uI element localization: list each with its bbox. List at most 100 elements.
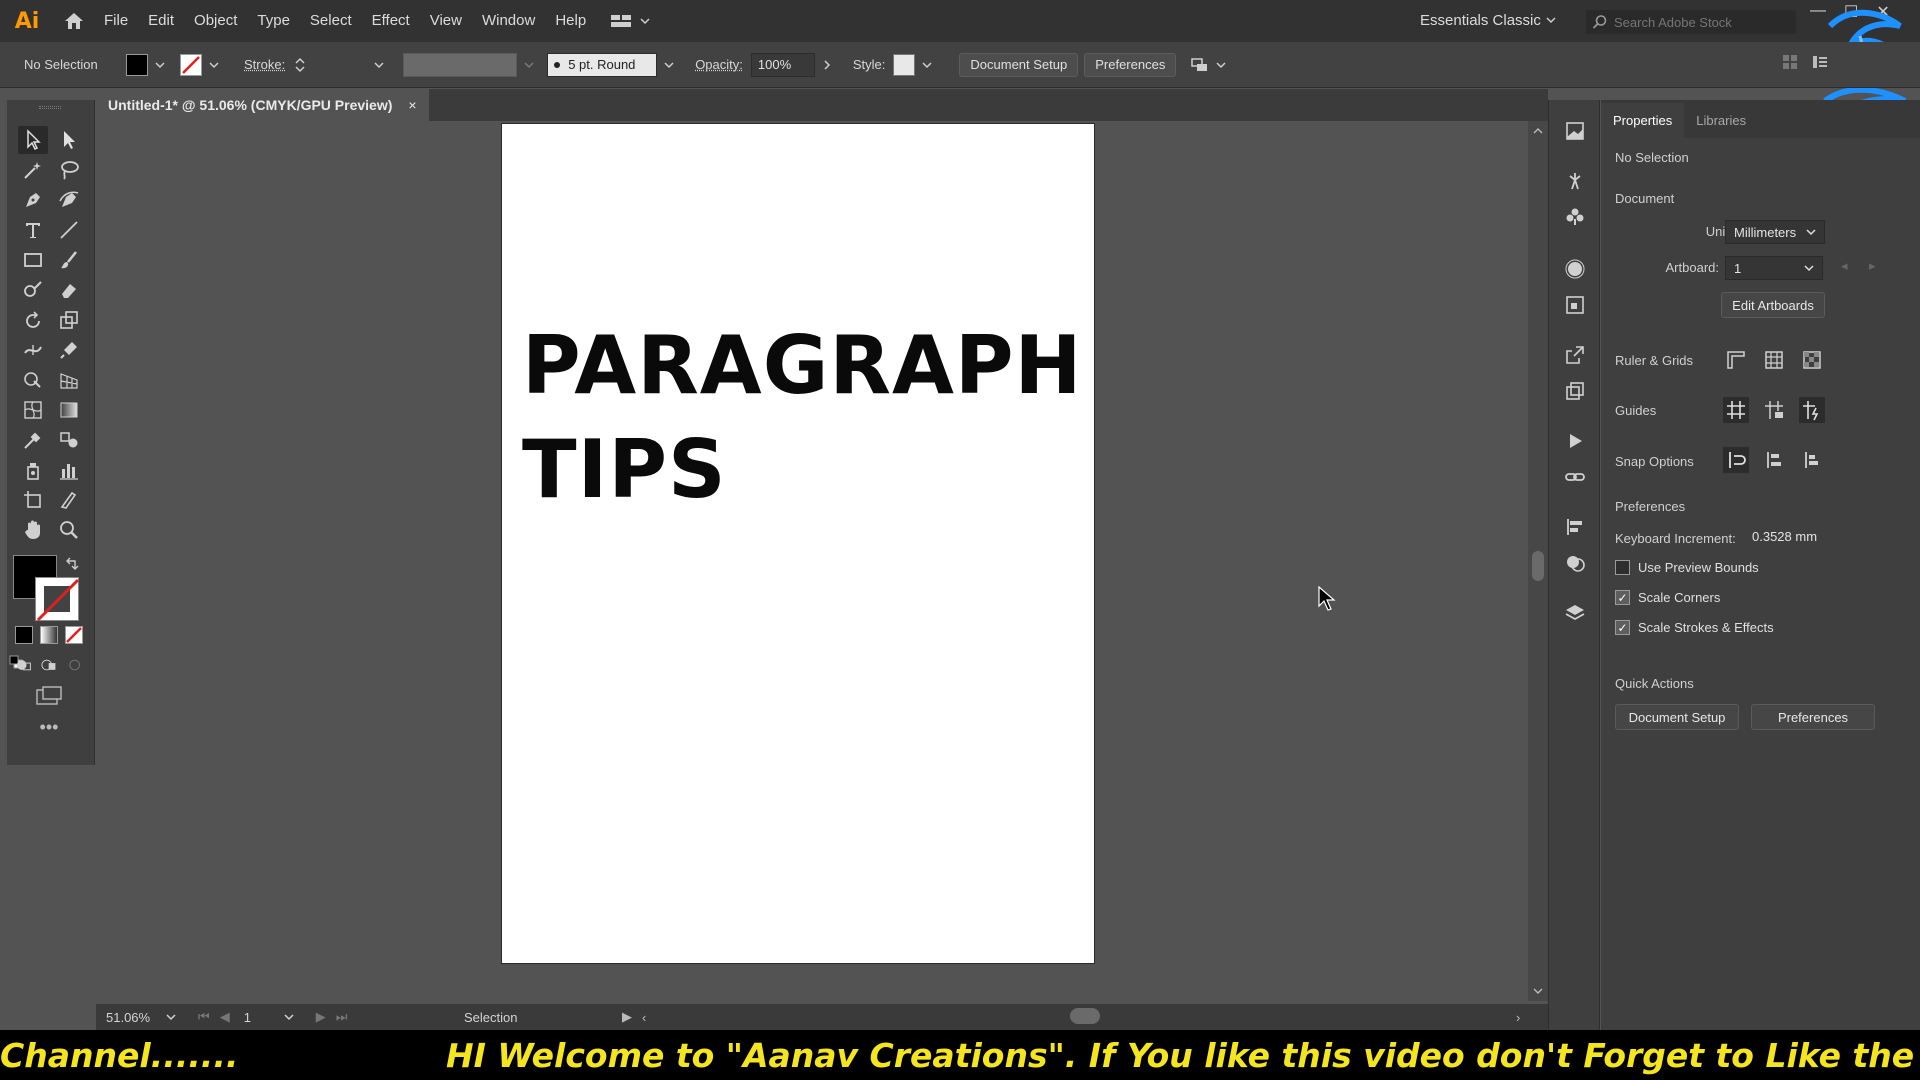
screen-mode-icon[interactable]: [35, 686, 63, 708]
home-icon[interactable]: [54, 0, 94, 42]
chevron-right-icon[interactable]: [819, 57, 835, 73]
brush-definition[interactable]: 5 pt. Round: [547, 52, 658, 77]
gradient-mode-button[interactable]: [40, 626, 58, 644]
panel-grip[interactable]: [39, 106, 61, 109]
units-select[interactable]: Millimeters: [1725, 220, 1825, 244]
arrange-documents-button[interactable]: [610, 13, 650, 29]
column-graph-tool-icon[interactable]: [54, 456, 84, 484]
align-panel-icon[interactable]: [1562, 514, 1588, 540]
links-panel-icon[interactable]: [1562, 464, 1588, 490]
artboard-select[interactable]: 1: [1725, 256, 1823, 280]
ruler-icon[interactable]: [1723, 347, 1749, 373]
stroke-weight-stepper[interactable]: [295, 57, 305, 73]
grid-icon[interactable]: [1761, 347, 1787, 373]
menu-view[interactable]: View: [420, 0, 472, 42]
workspace-switcher[interactable]: Essentials Classic: [1420, 0, 1541, 42]
chevron-down-icon[interactable]: [152, 57, 168, 73]
type-tool-icon[interactable]: [18, 216, 48, 244]
curvature-tool-icon[interactable]: [54, 186, 84, 214]
perspective-grid-tool-icon[interactable]: [54, 366, 84, 394]
fill-control[interactable]: [126, 53, 168, 76]
scroll-up-icon[interactable]: [1533, 127, 1543, 135]
menu-effect[interactable]: Effect: [362, 0, 420, 42]
list-options-icon[interactable]: [1812, 54, 1828, 70]
gradient-tool-icon[interactable]: [54, 396, 84, 424]
app-logo[interactable]: Ai: [0, 9, 54, 34]
appearance-panel-icon[interactable]: [1562, 256, 1588, 282]
checkbox-box[interactable]: [1615, 560, 1630, 575]
symbols-panel-icon[interactable]: [1562, 204, 1588, 230]
actions-panel-icon[interactable]: [1562, 428, 1588, 454]
none-mode-button[interactable]: [65, 626, 83, 644]
checkbox-checked[interactable]: ✓: [1615, 620, 1630, 635]
menu-help[interactable]: Help: [545, 0, 596, 42]
artboard-nav-first[interactable]: ⏮ ◀: [198, 1009, 230, 1025]
arrange-icon[interactable]: [1190, 56, 1226, 74]
preferences-button[interactable]: Preferences: [1084, 52, 1177, 77]
rotate-tool-icon[interactable]: [18, 306, 48, 334]
document-tab[interactable]: Untitled-1* @ 51.06% (CMYK/GPU Preview) …: [96, 89, 429, 121]
menu-window[interactable]: Window: [472, 0, 545, 42]
scale-tool-icon[interactable]: [54, 306, 84, 334]
previous-artboard-icon[interactable]: ◂: [1841, 258, 1848, 274]
chevron-down-icon[interactable]: [284, 1013, 294, 1021]
draw-behind-icon[interactable]: [40, 656, 57, 674]
snap-to-point-icon[interactable]: [1723, 447, 1749, 473]
artboard[interactable]: PARAGRAPH TIPS: [501, 123, 1095, 964]
menu-object[interactable]: Object: [184, 0, 247, 42]
close-tab-icon[interactable]: ×: [408, 97, 416, 113]
tab-libraries[interactable]: Libraries: [1684, 113, 1758, 138]
magic-wand-tool-icon[interactable]: [18, 156, 48, 184]
first-artboard-icon[interactable]: ⏮: [198, 1009, 210, 1025]
chevron-down-icon[interactable]: [371, 57, 387, 73]
vertical-scroll-thumb[interactable]: [1532, 551, 1544, 581]
menu-file[interactable]: File: [94, 0, 138, 42]
draw-inside-icon[interactable]: [66, 656, 83, 674]
scale-strokes-checkbox[interactable]: ✓ Scale Strokes & Effects: [1615, 620, 1774, 635]
chevron-down-icon[interactable]: [919, 57, 935, 73]
document-setup-button[interactable]: Document Setup: [959, 52, 1079, 77]
lasso-tool-icon[interactable]: [54, 156, 84, 184]
mesh-tool-icon[interactable]: [18, 396, 48, 424]
horizontal-scroll-thumb[interactable]: [1070, 1008, 1100, 1024]
line-tool-icon[interactable]: [54, 216, 84, 244]
menu-select[interactable]: Select: [300, 0, 362, 42]
smart-guides-icon[interactable]: [1799, 397, 1825, 423]
chevron-down-icon[interactable]: [166, 1013, 176, 1021]
paintbrush-tool-icon[interactable]: [54, 246, 84, 274]
puppet-warp-tool-icon[interactable]: [54, 336, 84, 364]
next-artboard-icon[interactable]: ▶: [316, 1009, 326, 1025]
last-artboard-icon[interactable]: ⏭: [336, 1009, 348, 1025]
properties-panel-icon[interactable]: [1562, 118, 1588, 144]
symbol-sprayer-tool-icon[interactable]: [18, 456, 48, 484]
artboard-tool-icon[interactable]: [18, 486, 48, 514]
direct-selection-tool-icon[interactable]: [54, 126, 84, 154]
menu-type[interactable]: Type: [247, 0, 300, 42]
snap-to-pixel-icon[interactable]: [1761, 447, 1787, 473]
chevron-up-icon[interactable]: [295, 57, 305, 64]
opacity-field[interactable]: 100%: [750, 52, 815, 77]
stroke-color-swatch[interactable]: [35, 577, 80, 622]
draw-normal-icon[interactable]: [15, 656, 32, 674]
menu-edit[interactable]: Edit: [138, 0, 184, 42]
stroke-none-swatch[interactable]: [180, 53, 202, 76]
chevron-down-icon[interactable]: [1545, 15, 1557, 25]
eraser-tool-icon[interactable]: [54, 276, 84, 304]
tab-properties[interactable]: Properties: [1601, 103, 1685, 138]
chevron-down-icon[interactable]: [661, 57, 677, 73]
edit-artboards-button[interactable]: Edit Artboards: [1721, 292, 1825, 318]
scroll-down-icon[interactable]: [1533, 987, 1543, 995]
stroke-label[interactable]: Stroke:: [244, 57, 285, 72]
grid-options-icon[interactable]: [1782, 54, 1798, 70]
rectangle-tool-icon[interactable]: [18, 246, 48, 274]
scroll-right-icon[interactable]: ›: [1516, 1010, 1520, 1025]
artboard-text[interactable]: PARAGRAPH TIPS: [522, 314, 1082, 522]
use-preview-bounds-checkbox[interactable]: Use Preview Bounds: [1615, 560, 1759, 575]
search-input[interactable]: [1614, 14, 1784, 30]
artboard-nav-last[interactable]: ▶ ⏭: [316, 1009, 348, 1025]
graphic-style-swatch[interactable]: [893, 53, 916, 76]
width-tool-icon[interactable]: [18, 336, 48, 364]
vertical-scrollbar[interactable]: [1528, 121, 1548, 1001]
previous-artboard-icon[interactable]: ◀: [220, 1009, 230, 1025]
status-menu-icon[interactable]: ▶: [622, 1009, 632, 1025]
